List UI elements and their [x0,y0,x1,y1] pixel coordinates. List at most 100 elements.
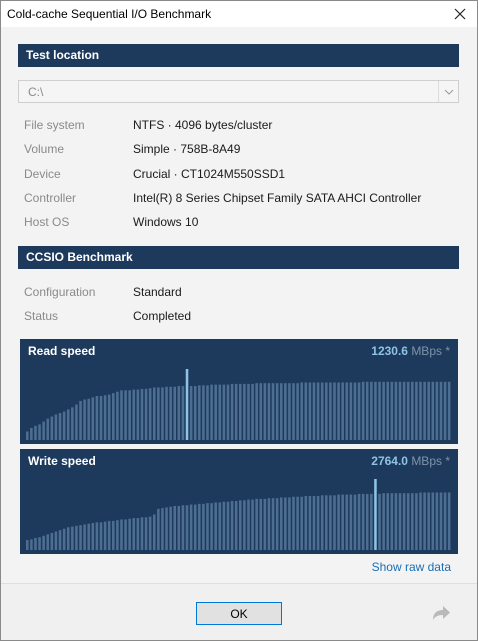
chart-bar [370,493,373,550]
read-speed-value: 1230.6 MBps * [371,344,450,358]
chart-bar [353,382,357,440]
chart-bar [206,385,209,440]
show-raw-data-link[interactable]: Show raw data [372,560,451,574]
info-row-configuration: Configuration Standard [24,285,454,303]
chart-bar [247,383,250,440]
chart-bar [46,534,50,550]
chart-bar [30,427,33,440]
chart-bar [320,382,324,440]
chart-bar [361,381,365,440]
chart-bar [251,383,254,440]
info-row-volume: Volume Simple · 758B-8A49 [24,142,454,160]
chart-bar [394,381,398,440]
chart-bar [222,501,226,550]
chart-bar [185,505,189,550]
chart-bar [157,387,160,440]
chart-bar [62,528,66,550]
chart-bar [304,496,308,550]
chart-bar [275,498,279,550]
chart-bar [374,381,377,440]
chart-bar [144,388,148,440]
chart-bar [169,386,172,440]
read-speed-chart: Read speed 1230.6 MBps * [20,339,458,444]
chart-bar [91,397,95,440]
chart-bar-peak [185,369,189,440]
chart-bar [112,520,115,550]
chart-bar [357,382,361,440]
chart-bar [161,508,164,550]
info-value: Crucial · CT1024M550SSD1 [133,167,286,181]
write-speed-unit: MBps * [411,454,450,468]
section-header-test-location: Test location [18,44,459,67]
title-bar: Cold-cache Sequential I/O Benchmark [1,1,477,27]
read-speed-title: Read speed [28,344,96,358]
chart-bar [58,530,62,550]
drive-select-value: C:\ [28,85,44,99]
chart-bar [189,386,193,440]
chart-bar [173,386,176,440]
chart-bar [46,418,50,440]
info-row-file-system: File system NTFS · 4096 bytes/cluster [24,118,454,136]
chart-bar [345,382,349,440]
chart-bar [419,381,422,440]
chart-bar [300,496,303,550]
chart-bar [292,383,295,440]
chart-bar [390,381,394,440]
info-value: NTFS · 4096 bytes/cluster [133,118,273,132]
info-value: Completed [133,309,192,323]
chart-bar [411,493,414,550]
info-label: Device [24,167,61,181]
info-value: Intel(R) 8 Series Chipset Family SATA AH… [133,191,422,205]
chart-bar [443,492,447,550]
chevron-down-icon[interactable] [438,81,458,102]
ok-button[interactable]: OK [196,602,282,625]
chart-bar [95,522,99,550]
info-label: Controller [24,191,77,205]
chart-bar [132,518,136,550]
chart-bar [345,494,349,550]
drive-select[interactable]: C:\ [18,80,459,103]
share-arrow-icon[interactable] [429,602,453,624]
chart-bar [349,494,353,550]
chart-bar [120,390,123,440]
info-label: Configuration [24,285,96,299]
chart-bar [325,495,328,550]
chart-bar [193,386,197,440]
chart-bar [300,382,303,440]
chart-bar [26,540,29,550]
dialog-body: Test location C:\ File system NTFS · 409… [1,27,477,583]
chart-bar [415,381,418,440]
chart-bar [54,414,58,440]
chart-bar [329,382,332,440]
chart-bar [71,526,74,550]
chart-bar [165,507,168,550]
chart-bar [247,499,250,550]
chart-bar [34,537,37,550]
chart-bar [140,388,144,440]
write-speed-value: 2764.0 MBps * [371,454,450,468]
close-icon[interactable] [443,1,477,27]
chart-bar-peak [374,479,377,550]
chart-bar [99,522,103,550]
chart-bar [284,497,287,550]
chart-bar [210,503,213,550]
chart-bar [75,404,78,440]
read-speed-unit: MBps * [411,344,450,358]
chart-bar [279,497,283,550]
chart-bar [255,498,258,550]
chart-bar [439,381,443,440]
chart-bar [271,383,275,440]
chart-bar [177,505,181,550]
chart-bar [112,393,115,440]
chart-bar [152,514,156,550]
info-value: Simple · 758B-8A49 [133,142,241,156]
chart-bar [103,521,107,550]
chart-bar [230,383,234,440]
chart-bar [370,381,373,440]
chart-bar [316,496,320,550]
section-header-ccsio-benchmark: CCSIO Benchmark [18,246,459,269]
chart-bar [214,384,217,440]
info-label: File system [24,118,85,132]
chart-bar [198,503,201,550]
chart-bar [214,502,217,550]
